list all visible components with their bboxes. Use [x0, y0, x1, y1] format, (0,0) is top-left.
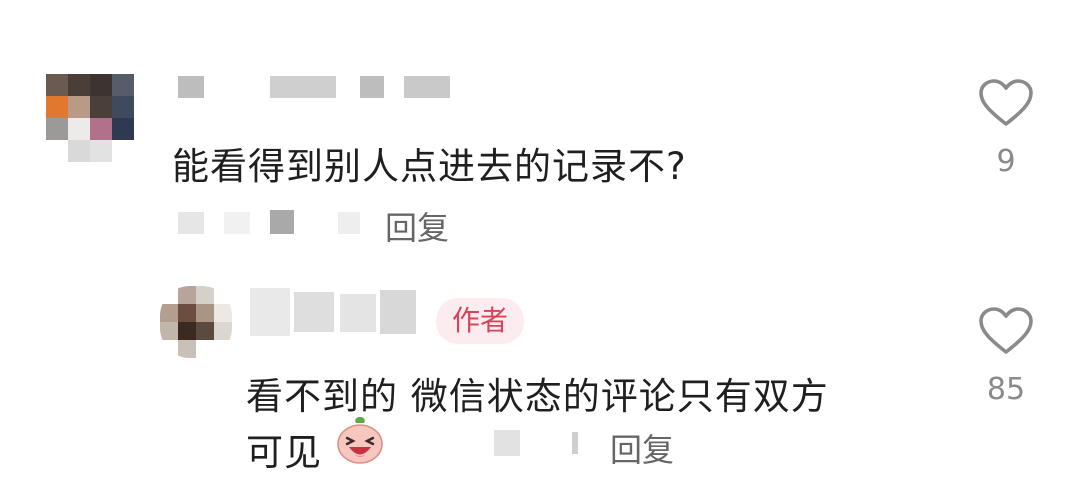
- reply-text-line2: 可见: [246, 431, 322, 474]
- avatar[interactable]: [160, 286, 232, 358]
- like-count: 85: [986, 372, 1026, 407]
- heart-outline-icon[interactable]: [978, 78, 1034, 128]
- reply-button[interactable]: 回复: [610, 425, 674, 471]
- username-censored[interactable]: [178, 76, 458, 98]
- comment-text: 能看得到别人点进去的记录不?: [172, 145, 687, 188]
- heart-outline-icon[interactable]: [978, 306, 1034, 356]
- username-censored[interactable]: [250, 288, 420, 336]
- reply-text-line1: 看不到的 微信状态的评论只有双方: [246, 375, 829, 418]
- avatar[interactable]: [46, 74, 134, 162]
- like-count: 9: [996, 144, 1016, 179]
- timestamp-censored: [494, 430, 594, 456]
- timestamp-censored: [178, 210, 368, 234]
- reply-button[interactable]: 回复: [385, 203, 449, 249]
- laughing-peach-emoji: [334, 414, 386, 470]
- author-badge: 作者: [436, 298, 525, 344]
